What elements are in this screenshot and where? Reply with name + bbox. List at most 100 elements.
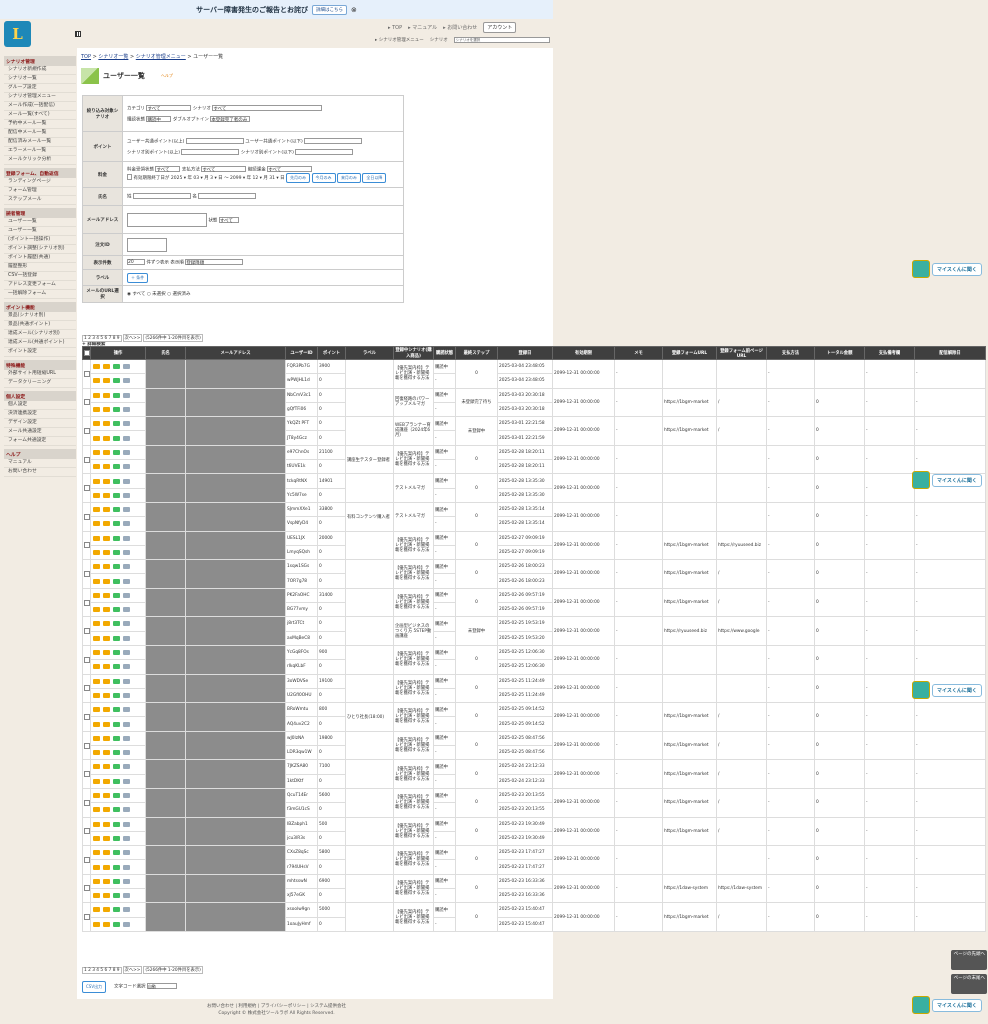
- user-icon[interactable]: [103, 449, 110, 455]
- all-after-button[interactable]: 全日以降: [362, 172, 387, 183]
- edit-icon[interactable]: [93, 492, 100, 498]
- row-checkbox[interactable]: [84, 570, 90, 577]
- user-icon[interactable]: [103, 592, 110, 598]
- sidebar-item[interactable]: 配信済みメール一覧: [4, 138, 76, 147]
- sidebar-item[interactable]: シナリオ新規作成: [4, 66, 76, 75]
- mail-icon[interactable]: [113, 464, 120, 470]
- sidebar-item[interactable]: ステップメール: [4, 196, 76, 205]
- edit-icon[interactable]: [93, 421, 100, 427]
- common-min-input[interactable]: [185, 137, 244, 144]
- user-icon[interactable]: [103, 478, 110, 484]
- row-checkbox[interactable]: [84, 399, 90, 406]
- edit-icon[interactable]: [93, 835, 100, 841]
- edit-icon[interactable]: [93, 721, 100, 727]
- link-icon[interactable]: [123, 435, 130, 441]
- row-checkbox[interactable]: [84, 914, 90, 921]
- form-url[interactable]: [662, 444, 717, 475]
- nav-contact[interactable]: ▸ お問い合わせ: [443, 24, 477, 31]
- link-icon[interactable]: [123, 907, 130, 913]
- mail-icon[interactable]: [113, 778, 120, 784]
- url-radio-done[interactable]: ○ 選択済み: [167, 292, 190, 297]
- link-icon[interactable]: [123, 650, 130, 656]
- link-icon[interactable]: [123, 378, 130, 384]
- mail-icon[interactable]: [113, 521, 120, 527]
- this-month-button[interactable]: 今月のみ: [311, 172, 336, 183]
- sidebar-item[interactable]: CSV一括登録: [4, 272, 76, 281]
- mail-icon[interactable]: [113, 821, 120, 827]
- form-url[interactable]: https://1bgm-market: [662, 902, 717, 932]
- user-icon[interactable]: [103, 621, 110, 627]
- form-pre-url[interactable]: /: [716, 730, 767, 761]
- mail-icon[interactable]: [113, 392, 120, 398]
- link-icon[interactable]: [123, 635, 130, 641]
- user-icon[interactable]: [103, 550, 110, 555]
- user-icon[interactable]: [103, 464, 110, 470]
- last-step[interactable]: 未登録中: [455, 616, 498, 646]
- form-pre-url[interactable]: https://www.google: [716, 616, 767, 646]
- app-logo[interactable]: L: [4, 21, 31, 47]
- form-pre-url[interactable]: /: [716, 816, 767, 847]
- last-step[interactable]: 未登録完了待ち: [455, 387, 498, 418]
- form-url[interactable]: [662, 501, 717, 532]
- mail-icon[interactable]: [113, 735, 120, 741]
- notice-detail-button[interactable]: 詳細はこちら: [312, 4, 348, 15]
- edit-icon[interactable]: [93, 921, 100, 927]
- sidebar-item[interactable]: 外部サイト用短縮URL: [4, 370, 76, 379]
- edit-icon[interactable]: [93, 807, 100, 813]
- link-icon[interactable]: [123, 621, 130, 627]
- mail-icon[interactable]: [113, 764, 120, 770]
- page-bottom-button[interactable]: ページの末尾へ: [951, 974, 987, 994]
- edit-icon[interactable]: [93, 707, 100, 713]
- link-icon[interactable]: [123, 850, 130, 856]
- link-icon[interactable]: [123, 764, 130, 770]
- crumb-users[interactable]: シナリオ一覧: [98, 54, 128, 60]
- sidebar-item[interactable]: 予約中メール一覧: [4, 120, 76, 129]
- method-select[interactable]: すべて: [201, 166, 247, 173]
- mail-icon[interactable]: [113, 592, 120, 598]
- last-month-button[interactable]: 先月のみ: [286, 172, 311, 183]
- row-checkbox[interactable]: [84, 799, 90, 806]
- edit-icon[interactable]: [93, 478, 100, 484]
- mail-icon[interactable]: [113, 793, 120, 799]
- mail-icon[interactable]: [113, 721, 120, 727]
- user-icon[interactable]: [103, 564, 110, 570]
- sidebar-item[interactable]: (ポイント一括操作): [4, 236, 76, 245]
- form-pre-url[interactable]: /: [716, 416, 767, 446]
- pay-select[interactable]: すべて: [155, 166, 181, 173]
- form-url[interactable]: https://1daw-system: [662, 873, 717, 904]
- user-icon[interactable]: [103, 821, 110, 827]
- edit-icon[interactable]: [93, 435, 100, 441]
- user-icon[interactable]: [103, 435, 110, 441]
- expiry-range[interactable]: 2025 ▾ 年 03 ▾ 月 3 ▾ 日 〜 2099 ▾ 年 12 ▾ 月 …: [171, 176, 285, 181]
- user-icon[interactable]: [103, 692, 110, 698]
- link-icon[interactable]: [123, 692, 130, 698]
- page-top-button[interactable]: ページの先頭へ: [951, 950, 987, 970]
- edit-icon[interactable]: [93, 650, 100, 656]
- link-icon[interactable]: [123, 893, 130, 899]
- last-step[interactable]: 0: [455, 359, 498, 389]
- form-url[interactable]: [662, 473, 717, 503]
- csv-export-button[interactable]: CSV出力: [82, 981, 107, 993]
- form-url[interactable]: [662, 673, 717, 704]
- mail-icon[interactable]: [113, 878, 120, 884]
- link-icon[interactable]: [123, 664, 130, 670]
- form-url[interactable]: https://1bgm-market: [662, 416, 717, 446]
- sidebar-item[interactable]: メールクリック分析: [4, 156, 76, 165]
- nav-top[interactable]: ▸ TOP: [388, 25, 402, 31]
- mail-icon[interactable]: [113, 864, 120, 870]
- sidebar-item[interactable]: シナリオ一覧: [4, 75, 76, 84]
- form-pre-url[interactable]: [716, 673, 767, 704]
- user-icon[interactable]: [103, 607, 110, 613]
- sidebar-item[interactable]: ユーザー一覧: [4, 218, 76, 227]
- link-icon[interactable]: [123, 778, 130, 784]
- link-icon[interactable]: [123, 407, 130, 413]
- link-icon[interactable]: [123, 478, 130, 484]
- double-optin-select[interactable]: 本登録完了者のみ: [210, 116, 251, 123]
- common-max-input[interactable]: [304, 137, 363, 144]
- sidebar-item[interactable]: フォーム管理: [4, 187, 76, 196]
- sidebar-item[interactable]: メール共通設定: [4, 428, 76, 437]
- form-url[interactable]: [662, 845, 717, 875]
- form-pre-url[interactable]: /: [716, 559, 767, 589]
- user-icon[interactable]: [103, 664, 110, 670]
- cont-select[interactable]: すべて: [267, 166, 313, 173]
